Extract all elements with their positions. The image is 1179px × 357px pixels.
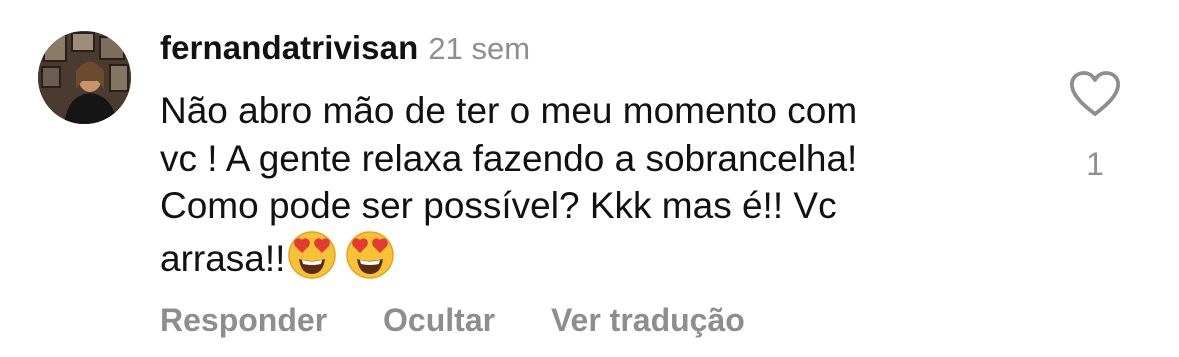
- heart-eyes-emoji: [287, 230, 337, 292]
- heart-eyes-emoji: [345, 230, 395, 292]
- like-button[interactable]: [1068, 70, 1122, 123]
- comment-line: Não abro mão de ter o meu momento com: [160, 90, 858, 131]
- hide-button[interactable]: Ocultar: [383, 300, 495, 340]
- username[interactable]: fernandatrivisan: [160, 29, 418, 66]
- comment-header: fernandatrivisan 21 sem: [160, 28, 530, 75]
- comment-line: arrasa!!: [160, 237, 286, 279]
- like-count: 1: [1086, 146, 1104, 182]
- comment-line: vc ! A gente relaxa fazendo a sobrancelh…: [160, 137, 858, 179]
- reply-button[interactable]: Responder: [160, 300, 327, 340]
- avatar[interactable]: [38, 31, 131, 124]
- comment: fernandatrivisan 21 sem Não abro mão de t…: [0, 0, 1179, 357]
- comment-line: Como pode ser possível? Kkk mas é!! Vc: [160, 185, 837, 226]
- translate-button[interactable]: Ver tradução: [551, 300, 745, 340]
- comment-actions: Responder Ocultar Ver tradução: [160, 300, 792, 340]
- timestamp: 21 sem: [428, 31, 531, 66]
- comment-text: Não abro mão de ter o meu momento com vc …: [160, 87, 1040, 291]
- heart-outline-icon: [1068, 71, 1122, 122]
